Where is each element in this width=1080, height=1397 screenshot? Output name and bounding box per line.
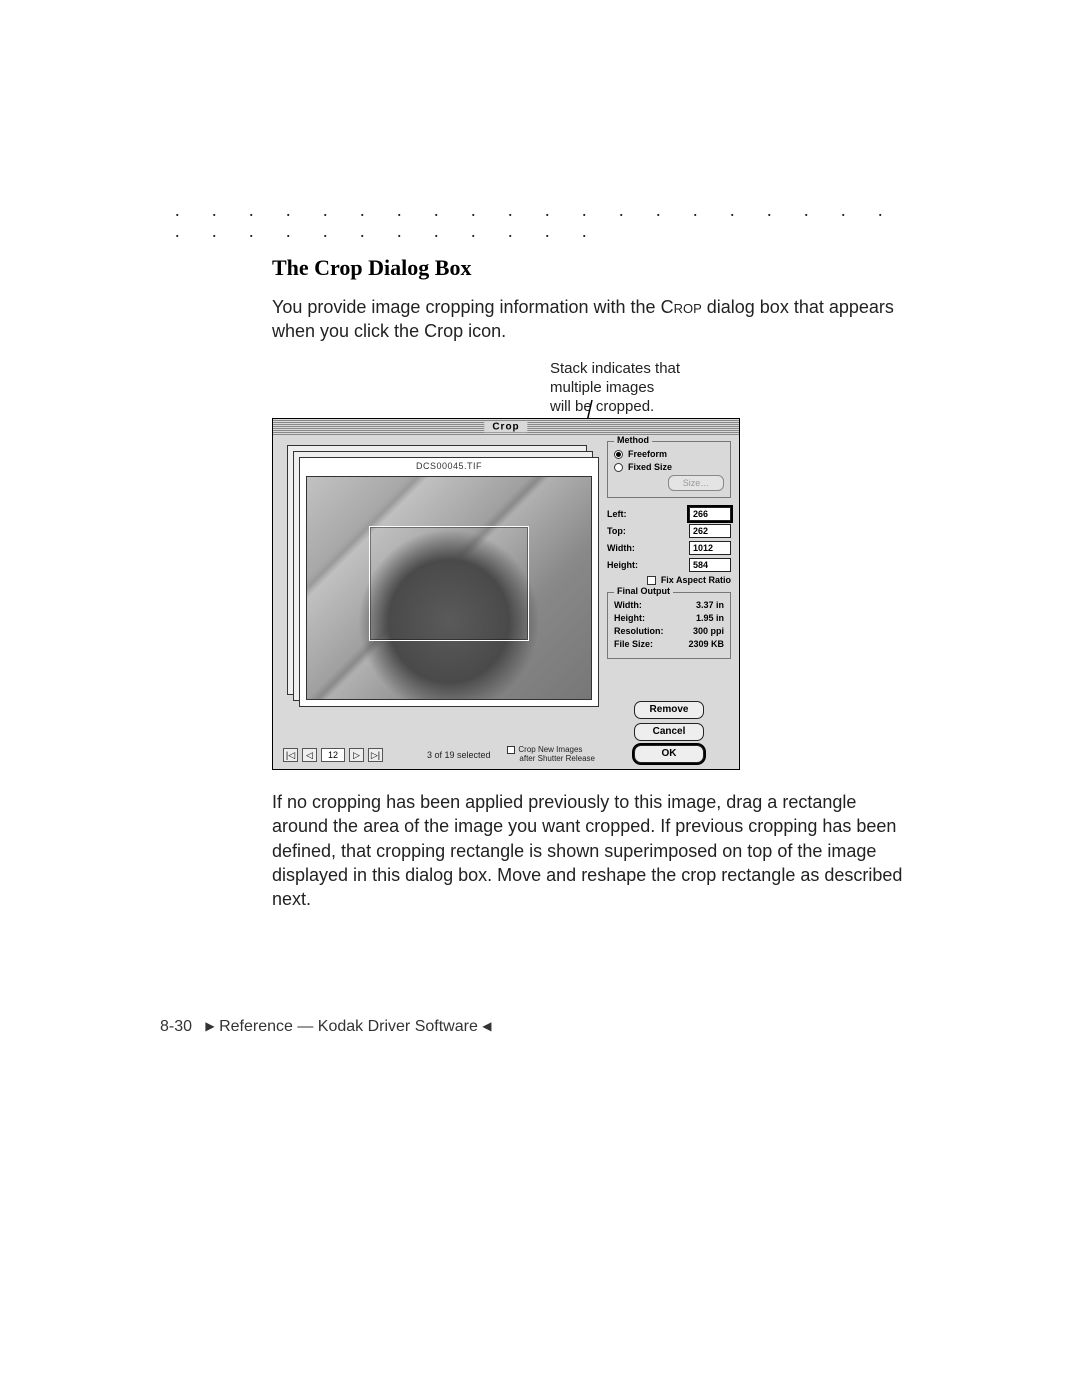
freeform-radio[interactable]: Freeform bbox=[614, 449, 724, 459]
nav-last-button[interactable]: ▷| bbox=[368, 748, 383, 762]
preview-image[interactable] bbox=[306, 476, 592, 700]
callout-text: Stack indicates that multiple images wil… bbox=[550, 360, 680, 416]
width-input[interactable]: 1012 bbox=[689, 541, 731, 555]
callout-line-3: will be cropped. bbox=[550, 398, 654, 415]
dialog-titlebar[interactable]: Crop bbox=[273, 419, 739, 435]
nav-prev-button[interactable]: ◁ bbox=[302, 748, 317, 762]
crop-rectangle[interactable] bbox=[369, 526, 528, 641]
dotted-rule: . . . . . . . . . . . . . . . . . . . . … bbox=[175, 200, 915, 242]
body-paragraph: If no cropping has been applied previous… bbox=[272, 790, 912, 911]
preview-filename: DCS00045.TIF bbox=[300, 461, 598, 471]
nav-first-button[interactable]: |◁ bbox=[283, 748, 298, 762]
ok-button[interactable]: OK bbox=[634, 745, 704, 763]
footer-text: Reference — Kodak Driver Software bbox=[219, 1018, 478, 1035]
stack-card-front: DCS00045.TIF bbox=[299, 457, 599, 707]
crop-new-images-option[interactable]: Crop New Images after Shutter Release bbox=[507, 746, 595, 764]
page-footer: 8-30 ▶ Reference — Kodak Driver Software… bbox=[160, 1018, 492, 1036]
crop-new-checkbox-icon bbox=[507, 746, 515, 754]
fo-width-label: Width: bbox=[614, 600, 642, 610]
fo-filesize-label: File Size: bbox=[614, 639, 653, 649]
radio-unchecked-icon bbox=[614, 463, 623, 472]
callout-line-2: multiple images bbox=[550, 379, 654, 396]
dialog-title: Crop bbox=[484, 421, 527, 432]
fo-res-value: 300 ppi bbox=[693, 626, 724, 636]
fix-aspect-ratio-checkbox[interactable]: Fix Aspect Ratio bbox=[607, 575, 731, 585]
freeform-label: Freeform bbox=[628, 449, 667, 459]
final-output-label: Final Output bbox=[614, 586, 673, 596]
fo-height-label: Height: bbox=[614, 613, 645, 623]
size-button: Size… bbox=[668, 475, 724, 491]
para1-smallcaps: Crop bbox=[661, 297, 702, 317]
image-stack: DCS00045.TIF bbox=[287, 445, 591, 705]
height-label: Height: bbox=[607, 560, 638, 570]
radio-checked-icon bbox=[614, 450, 623, 459]
left-label: Left: bbox=[607, 509, 627, 519]
preview-pane: DCS00045.TIF |◁ ◁ 12 ▷ ▷| 3 of 19 select… bbox=[273, 435, 605, 769]
triangle-left-icon: ◀ bbox=[482, 1019, 491, 1033]
method-group-label: Method bbox=[614, 435, 652, 445]
fo-width-value: 3.37 in bbox=[696, 600, 724, 610]
fo-filesize-value: 2309 KB bbox=[688, 639, 724, 649]
fix-ar-label: Fix Aspect Ratio bbox=[661, 575, 731, 585]
top-label: Top: bbox=[607, 526, 626, 536]
section-heading: The Crop Dialog Box bbox=[272, 255, 912, 281]
crop-new-l2: after Shutter Release bbox=[519, 754, 595, 763]
fixed-size-label: Fixed Size bbox=[628, 462, 672, 472]
height-input[interactable]: 584 bbox=[689, 558, 731, 572]
crop-dialog: Crop DCS00045.TIF |◁ ◁ 12 bbox=[272, 418, 740, 770]
checkbox-icon bbox=[647, 576, 656, 585]
fixed-size-radio[interactable]: Fixed Size bbox=[614, 462, 724, 472]
top-input[interactable]: 262 bbox=[689, 524, 731, 538]
fo-res-label: Resolution: bbox=[614, 626, 664, 636]
intro-paragraph: You provide image cropping information w… bbox=[272, 295, 912, 344]
triangle-right-icon: ▶ bbox=[205, 1019, 214, 1033]
coords-group: Left: 266 Top: 262 Width: 1012 Height: 5… bbox=[607, 502, 731, 588]
para1-part-a: You provide image cropping information w… bbox=[272, 297, 661, 317]
fo-height-value: 1.95 in bbox=[696, 613, 724, 623]
crop-new-l1: Crop New Images bbox=[518, 745, 582, 754]
final-output-group: Final Output Width: 3.37 in Height: 1.95… bbox=[607, 592, 731, 659]
left-input[interactable]: 266 bbox=[689, 507, 731, 521]
callout-line-1: Stack indicates that bbox=[550, 360, 680, 377]
cancel-button[interactable]: Cancel bbox=[634, 723, 704, 741]
remove-button[interactable]: Remove bbox=[634, 701, 704, 719]
method-group: Method Freeform Fixed Size Size… bbox=[607, 441, 731, 498]
nav-next-button[interactable]: ▷ bbox=[349, 748, 364, 762]
nav-row: |◁ ◁ 12 ▷ ▷| 3 of 19 selected Crop New I… bbox=[283, 745, 595, 765]
width-label: Width: bbox=[607, 543, 635, 553]
page-number: 8-30 bbox=[160, 1018, 192, 1035]
selection-count: 3 of 19 selected bbox=[427, 750, 491, 760]
controls-pane: Method Freeform Fixed Size Size… Left: 2… bbox=[605, 435, 739, 769]
nav-index-field[interactable]: 12 bbox=[321, 748, 345, 762]
